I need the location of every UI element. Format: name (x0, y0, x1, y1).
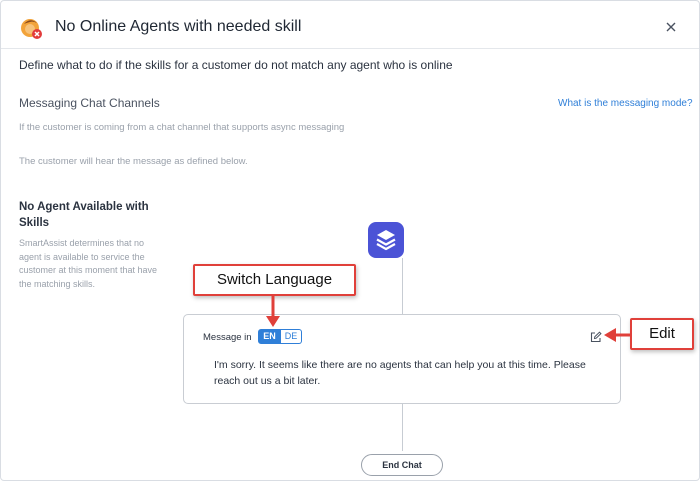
language-de-button[interactable]: DE (281, 329, 302, 344)
switch-language-callout: Switch Language (193, 264, 356, 296)
dialog-title: No Online Agents with needed skill (55, 18, 302, 35)
language-en-button[interactable]: EN (258, 329, 281, 344)
close-icon[interactable] (661, 17, 681, 37)
language-toggle: EN DE (258, 329, 302, 344)
end-chat-node[interactable]: End Chat (361, 454, 443, 476)
layers-icon (376, 230, 396, 251)
flow-connector-top (402, 258, 403, 315)
flow-connector-bottom (402, 403, 403, 451)
messaging-hear-note: The customer will hear the message as de… (19, 156, 248, 167)
message-language-label: Message in (203, 332, 252, 343)
messaging-async-note: If the customer is coming from a chat ch… (19, 122, 345, 133)
edit-callout: Edit (630, 318, 694, 350)
messaging-mode-link[interactable]: What is the messaging mode? (558, 98, 693, 109)
no-agent-title: No Agent Available with Skills (19, 201, 149, 229)
messaging-section-title: Messaging Chat Channels (19, 96, 160, 110)
edit-icon[interactable] (590, 331, 602, 343)
dialog: No Online Agents with needed skill Defin… (0, 0, 700, 481)
header-divider (1, 48, 699, 49)
flow-start-node (368, 222, 404, 258)
dialog-description: Define what to do if the skills for a cu… (19, 58, 453, 72)
no-agent-description: SmartAssist determines that no agent is … (19, 238, 158, 289)
message-card: Message in EN DE I'm sorry. It seems lik… (183, 314, 621, 404)
message-text: I'm sorry. It seems like there are no ag… (214, 359, 586, 387)
agent-offline-icon (21, 19, 42, 39)
